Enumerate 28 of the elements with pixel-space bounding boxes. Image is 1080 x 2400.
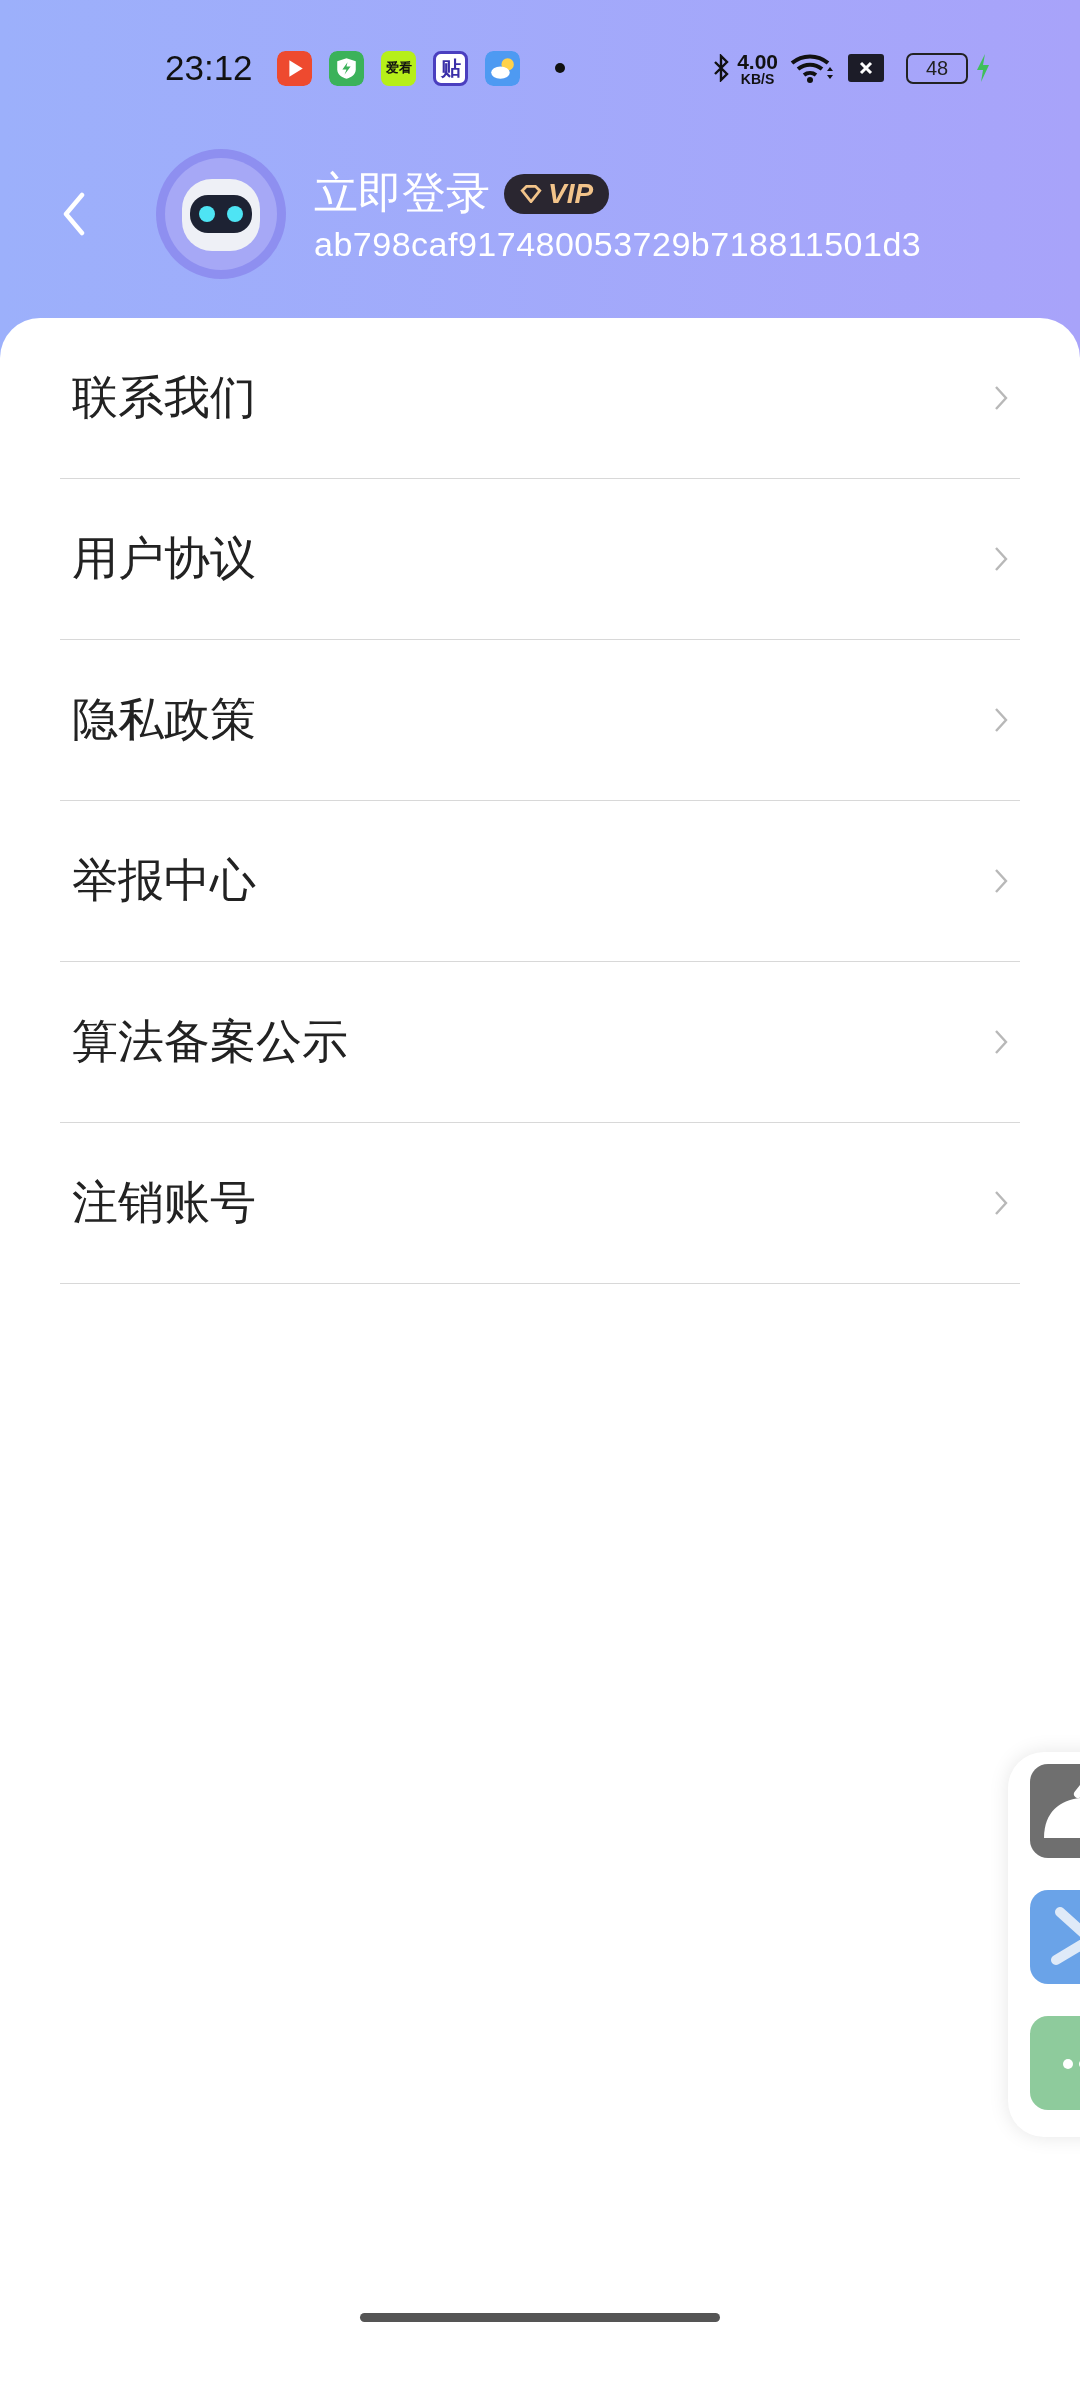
wifi-icon bbox=[790, 53, 834, 83]
battery-icon: 48 bbox=[906, 52, 968, 84]
play-app-icon bbox=[277, 50, 312, 86]
shield-app-icon bbox=[329, 50, 364, 86]
bluetooth-icon bbox=[713, 54, 730, 82]
menu-item[interactable]: 用户协议 bbox=[60, 479, 1020, 640]
chevron-icon bbox=[994, 868, 1008, 894]
menu-item[interactable]: 举报中心 bbox=[60, 801, 1020, 962]
menu-item[interactable]: 隐私政策 bbox=[60, 640, 1020, 801]
robot-avatar-icon[interactable] bbox=[156, 149, 286, 279]
back-icon[interactable] bbox=[62, 192, 86, 236]
menu-item[interactable]: 算法备案公示 bbox=[60, 962, 1020, 1123]
chevron-icon bbox=[994, 546, 1008, 572]
menu-item[interactable]: 注销账号 bbox=[60, 1123, 1020, 1284]
user-id: ab798caf917480053729b718811501d3 bbox=[314, 225, 922, 264]
chevron-icon bbox=[994, 1029, 1008, 1055]
vip-badge: VIP bbox=[504, 173, 610, 214]
chevron-icon bbox=[994, 707, 1008, 733]
network-speed: 4.00 KB/S bbox=[737, 50, 778, 86]
menu-item[interactable]: 联系我们 bbox=[60, 318, 1020, 479]
app-icon: 爱看 bbox=[381, 50, 416, 86]
no-sim-icon bbox=[848, 54, 884, 82]
chevron-icon bbox=[994, 385, 1008, 411]
weather-app-icon bbox=[485, 50, 520, 86]
notification-dot-icon bbox=[555, 63, 565, 73]
chevron-icon bbox=[994, 1190, 1008, 1216]
app-icon: 贴 bbox=[433, 50, 468, 86]
status-time: 23:12 bbox=[165, 48, 254, 88]
